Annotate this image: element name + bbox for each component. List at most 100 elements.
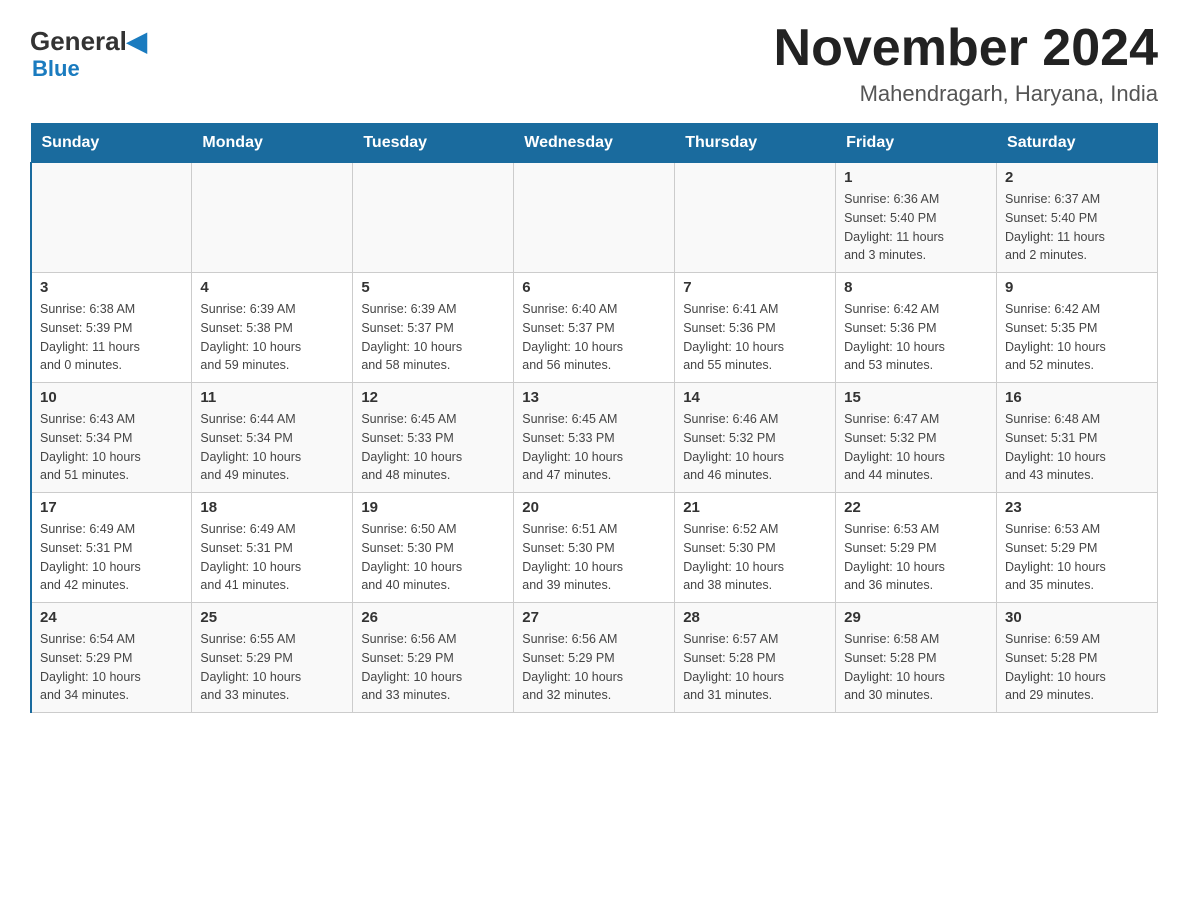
page-header: General◀ Blue November 2024 Mahendragarh… bbox=[30, 20, 1158, 107]
cell-day-number: 29 bbox=[844, 609, 988, 626]
cell-day-number: 28 bbox=[683, 609, 827, 626]
cell-day-number: 14 bbox=[683, 389, 827, 406]
cell-day-number: 13 bbox=[522, 389, 666, 406]
header-cell-sunday: Sunday bbox=[31, 124, 192, 163]
cell-info: Sunrise: 6:56 AM Sunset: 5:29 PM Dayligh… bbox=[361, 630, 505, 705]
cell-info: Sunrise: 6:49 AM Sunset: 5:31 PM Dayligh… bbox=[40, 520, 183, 595]
cell-info: Sunrise: 6:52 AM Sunset: 5:30 PM Dayligh… bbox=[683, 520, 827, 595]
calendar-week-3: 10 Sunrise: 6:43 AM Sunset: 5:34 PM Dayli… bbox=[31, 383, 1158, 493]
cell-info: Sunrise: 6:47 AM Sunset: 5:32 PM Dayligh… bbox=[844, 410, 988, 485]
calendar-cell: 23Sunrise: 6:53 AM Sunset: 5:29 PM Dayli… bbox=[997, 493, 1158, 603]
cell-day-number: 3 bbox=[40, 279, 183, 296]
logo: General◀ Blue bbox=[30, 20, 147, 82]
calendar-cell: 8 Sunrise: 6:42 AM Sunset: 5:36 PM Daylig… bbox=[836, 273, 997, 383]
cell-day-number: 2 bbox=[1005, 169, 1149, 186]
cell-info: Sunrise: 6:45 AM Sunset: 5:33 PM Dayligh… bbox=[522, 410, 666, 485]
calendar-cell: 5Sunrise: 6:39 AM Sunset: 5:37 PM Daylig… bbox=[353, 273, 514, 383]
calendar-week-1: 1Sunrise: 6:36 AM Sunset: 5:40 PM Daylig… bbox=[31, 163, 1158, 273]
calendar-cell: 12 Sunrise: 6:45 AM Sunset: 5:33 PM Dayli… bbox=[353, 383, 514, 493]
cell-day-number: 10 bbox=[40, 389, 183, 406]
calendar-cell: 6 Sunrise: 6:40 AM Sunset: 5:37 PM Daylig… bbox=[514, 273, 675, 383]
cell-info: Sunrise: 6:37 AM Sunset: 5:40 PM Dayligh… bbox=[1005, 190, 1149, 265]
cell-day-number: 17 bbox=[40, 499, 183, 516]
calendar-cell: 22 Sunrise: 6:53 AM Sunset: 5:29 PM Dayli… bbox=[836, 493, 997, 603]
logo-blue-part: ◀ bbox=[127, 28, 147, 54]
calendar-cell: 1Sunrise: 6:36 AM Sunset: 5:40 PM Daylig… bbox=[836, 163, 997, 273]
cell-day-number: 25 bbox=[200, 609, 344, 626]
calendar-cell: 11 Sunrise: 6:44 AM Sunset: 5:34 PM Dayli… bbox=[192, 383, 353, 493]
cell-day-number: 30 bbox=[1005, 609, 1149, 626]
calendar-cell: 20 Sunrise: 6:51 AM Sunset: 5:30 PM Dayli… bbox=[514, 493, 675, 603]
calendar-cell: 15Sunrise: 6:47 AM Sunset: 5:32 PM Dayli… bbox=[836, 383, 997, 493]
cell-info: Sunrise: 6:45 AM Sunset: 5:33 PM Dayligh… bbox=[361, 410, 505, 485]
cell-day-number: 21 bbox=[683, 499, 827, 516]
cell-info: Sunrise: 6:50 AM Sunset: 5:30 PM Dayligh… bbox=[361, 520, 505, 595]
header-cell-saturday: Saturday bbox=[997, 124, 1158, 163]
calendar-week-2: 3Sunrise: 6:38 AM Sunset: 5:39 PM Daylig… bbox=[31, 273, 1158, 383]
calendar-cell bbox=[514, 163, 675, 273]
cell-info: Sunrise: 6:48 AM Sunset: 5:31 PM Dayligh… bbox=[1005, 410, 1149, 485]
calendar-cell bbox=[353, 163, 514, 273]
calendar-cell: 16Sunrise: 6:48 AM Sunset: 5:31 PM Dayli… bbox=[997, 383, 1158, 493]
cell-info: Sunrise: 6:43 AM Sunset: 5:34 PM Dayligh… bbox=[40, 410, 183, 485]
header-cell-thursday: Thursday bbox=[675, 124, 836, 163]
calendar-cell: 29 Sunrise: 6:58 AM Sunset: 5:28 PM Dayli… bbox=[836, 603, 997, 713]
header-cell-wednesday: Wednesday bbox=[514, 124, 675, 163]
logo-blue: Blue bbox=[32, 56, 80, 82]
calendar-cell: 30 Sunrise: 6:59 AM Sunset: 5:28 PM Dayli… bbox=[997, 603, 1158, 713]
cell-info: Sunrise: 6:55 AM Sunset: 5:29 PM Dayligh… bbox=[200, 630, 344, 705]
cell-day-number: 4 bbox=[200, 279, 344, 296]
header-cell-tuesday: Tuesday bbox=[353, 124, 514, 163]
calendar-cell: 17 Sunrise: 6:49 AM Sunset: 5:31 PM Dayli… bbox=[31, 493, 192, 603]
cell-info: Sunrise: 6:49 AM Sunset: 5:31 PM Dayligh… bbox=[200, 520, 344, 595]
header-cell-friday: Friday bbox=[836, 124, 997, 163]
calendar-cell: 14 Sunrise: 6:46 AM Sunset: 5:32 PM Dayli… bbox=[675, 383, 836, 493]
header-cell-monday: Monday bbox=[192, 124, 353, 163]
cell-day-number: 6 bbox=[522, 279, 666, 296]
calendar-week-4: 17 Sunrise: 6:49 AM Sunset: 5:31 PM Dayli… bbox=[31, 493, 1158, 603]
calendar-cell: 21 Sunrise: 6:52 AM Sunset: 5:30 PM Dayli… bbox=[675, 493, 836, 603]
cell-day-number: 12 bbox=[361, 389, 505, 406]
cell-info: Sunrise: 6:51 AM Sunset: 5:30 PM Dayligh… bbox=[522, 520, 666, 595]
cell-info: Sunrise: 6:53 AM Sunset: 5:29 PM Dayligh… bbox=[844, 520, 988, 595]
cell-day-number: 27 bbox=[522, 609, 666, 626]
calendar-cell: 19 Sunrise: 6:50 AM Sunset: 5:30 PM Dayli… bbox=[353, 493, 514, 603]
page-title: November 2024 bbox=[774, 20, 1158, 77]
calendar-cell: 25 Sunrise: 6:55 AM Sunset: 5:29 PM Dayli… bbox=[192, 603, 353, 713]
cell-info: Sunrise: 6:57 AM Sunset: 5:28 PM Dayligh… bbox=[683, 630, 827, 705]
calendar-cell: 7 Sunrise: 6:41 AM Sunset: 5:36 PM Daylig… bbox=[675, 273, 836, 383]
cell-info: Sunrise: 6:56 AM Sunset: 5:29 PM Dayligh… bbox=[522, 630, 666, 705]
cell-day-number: 19 bbox=[361, 499, 505, 516]
calendar-cell: 3Sunrise: 6:38 AM Sunset: 5:39 PM Daylig… bbox=[31, 273, 192, 383]
calendar-cell: 4Sunrise: 6:39 AM Sunset: 5:38 PM Daylig… bbox=[192, 273, 353, 383]
cell-day-number: 1 bbox=[844, 169, 988, 186]
logo-text: General◀ bbox=[30, 28, 147, 54]
cell-day-number: 26 bbox=[361, 609, 505, 626]
calendar-cell bbox=[675, 163, 836, 273]
cell-day-number: 11 bbox=[200, 389, 344, 406]
title-area: November 2024 Mahendragarh, Haryana, Ind… bbox=[774, 20, 1158, 107]
cell-day-number: 18 bbox=[200, 499, 344, 516]
calendar-cell: 27 Sunrise: 6:56 AM Sunset: 5:29 PM Dayli… bbox=[514, 603, 675, 713]
calendar-cell: 28 Sunrise: 6:57 AM Sunset: 5:28 PM Dayli… bbox=[675, 603, 836, 713]
cell-info: Sunrise: 6:58 AM Sunset: 5:28 PM Dayligh… bbox=[844, 630, 988, 705]
cell-day-number: 8 bbox=[844, 279, 988, 296]
calendar-week-5: 24Sunrise: 6:54 AM Sunset: 5:29 PM Dayli… bbox=[31, 603, 1158, 713]
cell-day-number: 22 bbox=[844, 499, 988, 516]
calendar-body: 1Sunrise: 6:36 AM Sunset: 5:40 PM Daylig… bbox=[31, 163, 1158, 713]
cell-day-number: 7 bbox=[683, 279, 827, 296]
calendar-cell: 24Sunrise: 6:54 AM Sunset: 5:29 PM Dayli… bbox=[31, 603, 192, 713]
cell-day-number: 20 bbox=[522, 499, 666, 516]
cell-info: Sunrise: 6:59 AM Sunset: 5:28 PM Dayligh… bbox=[1005, 630, 1149, 705]
cell-info: Sunrise: 6:42 AM Sunset: 5:36 PM Dayligh… bbox=[844, 300, 988, 375]
cell-info: Sunrise: 6:46 AM Sunset: 5:32 PM Dayligh… bbox=[683, 410, 827, 485]
cell-info: Sunrise: 6:44 AM Sunset: 5:34 PM Dayligh… bbox=[200, 410, 344, 485]
cell-info: Sunrise: 6:40 AM Sunset: 5:37 PM Dayligh… bbox=[522, 300, 666, 375]
calendar-table: SundayMondayTuesdayWednesdayThursdayFrid… bbox=[30, 123, 1158, 713]
cell-info: Sunrise: 6:53 AM Sunset: 5:29 PM Dayligh… bbox=[1005, 520, 1149, 595]
cell-info: Sunrise: 6:41 AM Sunset: 5:36 PM Dayligh… bbox=[683, 300, 827, 375]
calendar-cell bbox=[192, 163, 353, 273]
cell-day-number: 5 bbox=[361, 279, 505, 296]
calendar-header: SundayMondayTuesdayWednesdayThursdayFrid… bbox=[31, 124, 1158, 163]
logo-general: General bbox=[30, 28, 127, 54]
